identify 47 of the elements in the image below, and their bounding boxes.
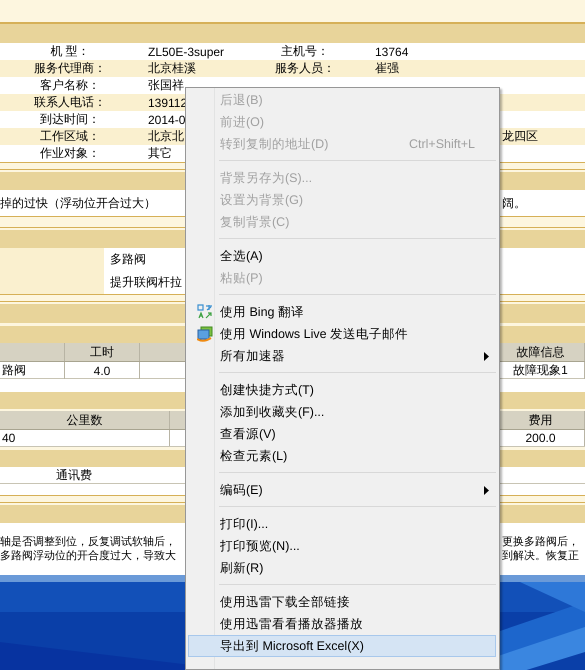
menu-item[interactable]: 刷新(R) xyxy=(188,557,496,579)
field-label: 主机号： xyxy=(281,43,329,60)
field-value: 龙四区 xyxy=(502,128,538,145)
field-value: 2014-0 xyxy=(147,112,186,126)
menu-item[interactable]: 打印(I)... xyxy=(188,513,496,535)
field-value: 崔强 xyxy=(374,60,399,77)
field-label: 服务代理商： xyxy=(34,60,106,77)
field-value: 张国祥 xyxy=(147,77,184,94)
part-text: 提升联阀杆拉 xyxy=(110,274,182,291)
monitor-icon xyxy=(196,326,212,342)
field-label: 服务人员： xyxy=(275,60,335,77)
table-cell: 40 xyxy=(0,430,170,446)
fault-text: 掉的过快（浮动位开合过大） xyxy=(0,194,156,212)
menu-item[interactable]: 使用 Windows Live 发送电子邮件 xyxy=(188,323,496,345)
remark-text: 到解决。恢复正 xyxy=(502,549,579,563)
column-header: 公里数 xyxy=(0,411,170,429)
remark-text: 轴是否调整到位，反复调试软轴后， xyxy=(0,535,176,549)
menu-item[interactable]: 全选(A) xyxy=(188,245,496,267)
remark-text: 多路阀浮动位的开合度过大，导致大 xyxy=(0,549,176,563)
field-label: 客户名称： xyxy=(40,77,100,94)
menu-item[interactable]: 使用 Bing 翻译 xyxy=(188,301,496,323)
field-label: 作业对象： xyxy=(40,145,100,162)
part-text: 多路阀 xyxy=(110,251,146,268)
menu-item[interactable]: 打印预览(N)... xyxy=(188,535,496,557)
menu-item[interactable]: 添加到收藏夹(F)... xyxy=(188,401,496,423)
field-label: 机 型： xyxy=(50,43,90,60)
translate-icon xyxy=(196,304,212,320)
menu-item[interactable]: 所有加速器 xyxy=(188,345,496,367)
column-header: 工时 xyxy=(65,343,140,361)
field-label: 到达时间： xyxy=(40,111,100,128)
menu-item[interactable]: 使用迅雷看看播放器播放 xyxy=(188,613,496,635)
menu-item[interactable]: 编码(E) xyxy=(188,479,496,501)
remark-text: 更换多路阀后， xyxy=(502,535,579,549)
field-label: 联系人电话： xyxy=(34,94,106,111)
menu-item[interactable]: 检查元素(L) xyxy=(188,445,496,467)
fee-item: 通讯费 xyxy=(56,466,92,484)
menu-item[interactable]: 查看源(V) xyxy=(188,423,496,445)
menu-item[interactable]: 导出到 Microsoft Excel(X) xyxy=(188,635,496,657)
field-value: 13764 xyxy=(374,44,408,58)
field-value: 其它 xyxy=(147,145,172,162)
field-value: 北京北 xyxy=(147,128,184,145)
field-value: 北京桂溪 xyxy=(147,60,196,77)
field-label: 工作区域： xyxy=(40,128,100,145)
fault-text: 阔。 xyxy=(502,194,526,212)
shortcut-text: Ctrl+Shift+L xyxy=(408,137,475,151)
field-value: ZL50E-3super xyxy=(147,44,224,58)
menu-item[interactable]: 创建快捷方式(T) xyxy=(188,379,496,401)
